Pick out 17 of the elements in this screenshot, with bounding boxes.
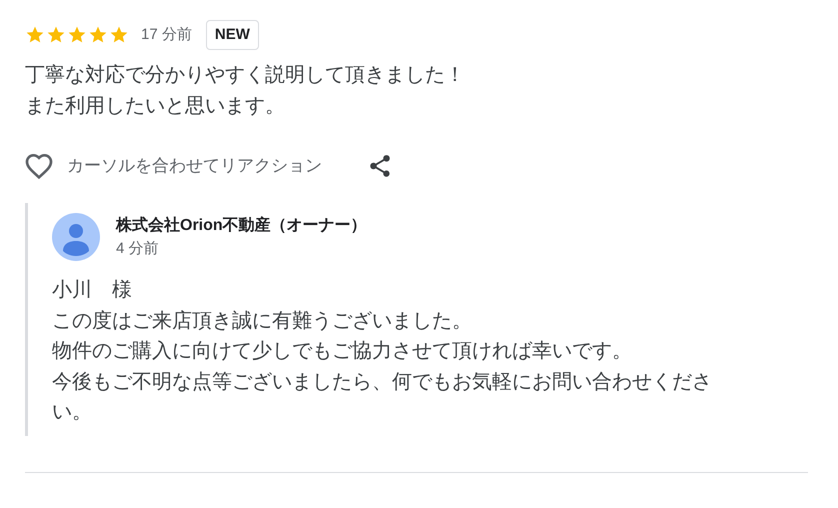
reply-text: この度はご来店頂き誠に有難うございました。: [52, 308, 473, 334]
star-icon: [67, 25, 87, 45]
star-icon: [25, 25, 45, 45]
star-icon: [109, 25, 129, 45]
avatar-icon: [52, 213, 100, 261]
star-icon: [46, 25, 66, 45]
review-text: 丁寧な対応で分かりやすく説明して頂きました！: [25, 63, 466, 88]
reply-time: 4 分前: [116, 239, 160, 259]
owner-name: 株式会社Orion不動産（オーナー）: [116, 215, 367, 236]
reply-text: 今後もご不明な点等ございましたら、何でもお気軽にお問い合わせください。: [52, 370, 713, 425]
star-icon: [88, 25, 108, 45]
review-time: 17 分前: [141, 24, 192, 45]
reaction-hint: カーソルを合わせてリアクション: [67, 155, 322, 178]
review-text: また利用したいと思います。: [25, 94, 286, 119]
reply-text: 小川 様: [52, 278, 133, 303]
reply-text: 物件のご購入に向けて少しでもご協力させて頂ければ幸いです。: [52, 339, 633, 364]
new-badge: NEW: [206, 20, 259, 50]
